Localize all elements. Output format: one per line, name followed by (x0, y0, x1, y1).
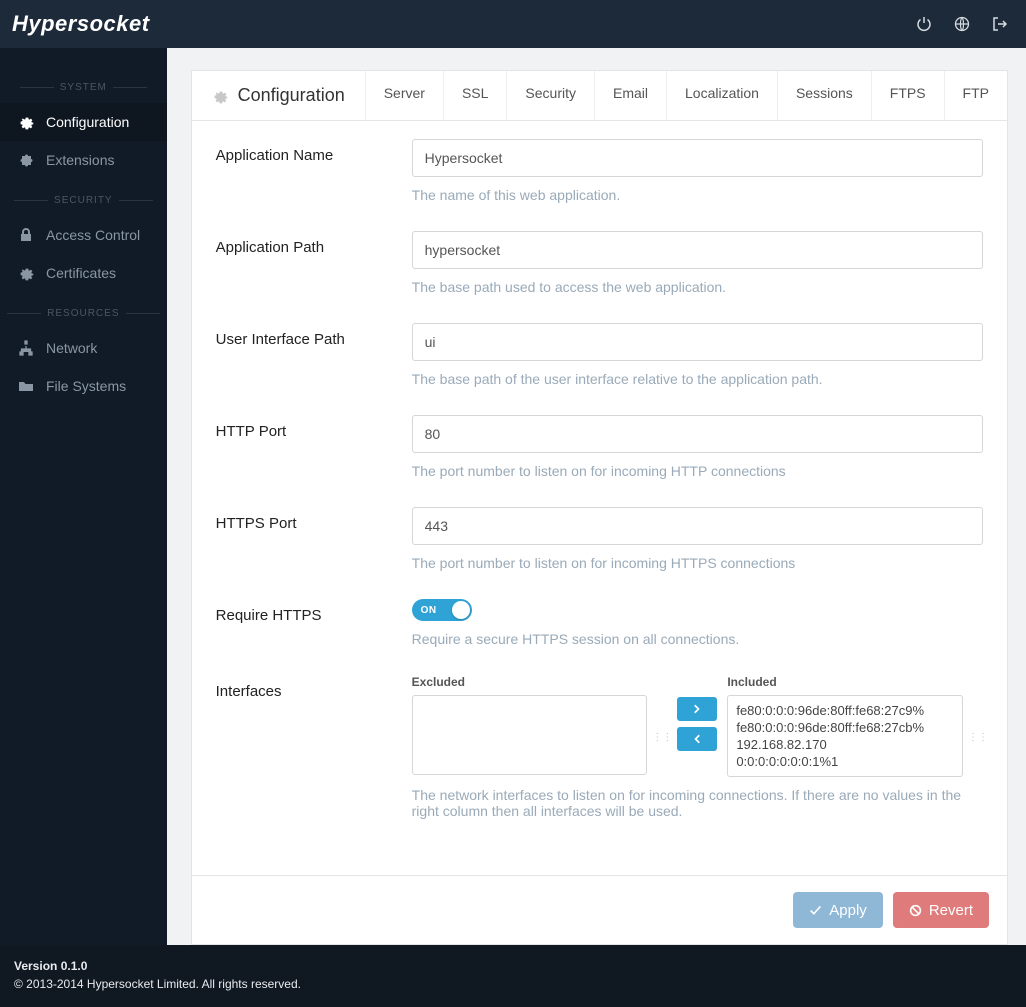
sidebar-item-extensions[interactable]: Extensions (0, 141, 167, 179)
tab-ftp[interactable]: FTP (944, 71, 1007, 120)
gear-icon (18, 114, 34, 130)
tab-email[interactable]: Email (594, 71, 666, 120)
revert-label: Revert (929, 902, 973, 919)
app-name-label: Application Name (216, 139, 412, 164)
gear-icon (18, 265, 34, 281)
app-path-help: The base path used to access the web app… (412, 279, 983, 295)
http-port-help: The port number to listen on for incomin… (412, 463, 983, 479)
sidebar-item-label: Certificates (46, 265, 116, 281)
ban-icon (909, 904, 922, 917)
tab-server[interactable]: Server (365, 71, 443, 120)
tab-localization[interactable]: Localization (666, 71, 777, 120)
sidebar-item-label: Extensions (46, 152, 114, 168)
panel-footer: Apply Revert (192, 875, 1007, 944)
interfaces-label: Interfaces (216, 675, 412, 700)
list-item[interactable]: 192.168.82.170 (736, 736, 954, 753)
sitemap-icon (18, 340, 34, 356)
require-https-help: Require a secure HTTPS session on all co… (412, 631, 983, 647)
page-footer: Version 0.1.0 © 2013-2014 Hypersocket Li… (0, 945, 1026, 1007)
drag-handle-icon[interactable]: ⋮⋮ (973, 675, 983, 777)
list-item[interactable]: fe80:0:0:0:96de:80ff:fe68:27c9% (736, 702, 954, 719)
chevron-left-icon (691, 733, 703, 745)
sidebar-item-configuration[interactable]: Configuration (0, 103, 167, 141)
apply-label: Apply (829, 902, 867, 919)
main-content: Configuration ServerSSLSecurityEmailLoca… (167, 48, 1026, 945)
gear-icon (212, 88, 228, 104)
app-path-input[interactable] (412, 231, 983, 269)
apply-button[interactable]: Apply (793, 892, 883, 928)
sidebar-item-label: Access Control (46, 227, 140, 243)
globe-icon[interactable] (954, 16, 970, 32)
copyright-text: © 2013-2014 Hypersocket Limited. All rig… (14, 975, 1012, 993)
interfaces-help: The network interfaces to listen on for … (412, 787, 983, 819)
version-text: Version 0.1.0 (14, 957, 1012, 975)
require-https-toggle[interactable]: ON (412, 599, 472, 621)
included-label: Included (727, 675, 963, 689)
https-port-label: HTTPS Port (216, 507, 412, 532)
tab-ssl[interactable]: SSL (443, 71, 506, 120)
sidebar-item-certificates[interactable]: Certificates (0, 254, 167, 292)
sidebar-item-access-control[interactable]: Access Control (0, 216, 167, 254)
revert-button[interactable]: Revert (893, 892, 989, 928)
included-list[interactable]: fe80:0:0:0:96de:80ff:fe68:27c9%fe80:0:0:… (727, 695, 963, 777)
ui-path-label: User Interface Path (216, 323, 412, 348)
https-port-input[interactable] (412, 507, 983, 545)
drag-handle-icon[interactable]: ⋮⋮ (657, 675, 667, 777)
tab-sessions[interactable]: Sessions (777, 71, 871, 120)
panel-title-text: Configuration (238, 85, 345, 106)
interfaces-dual-list: Excluded ⋮⋮ Included fe80:0:0:0:96de:80f… (412, 675, 983, 777)
toggle-state-label: ON (421, 605, 437, 616)
app-name-input[interactable] (412, 139, 983, 177)
tab-ftps[interactable]: FTPS (871, 71, 944, 120)
list-item[interactable]: fe80:0:0:0:96de:80ff:fe68:27cb% (736, 719, 954, 736)
sidebar-item-label: Configuration (46, 114, 129, 130)
sidebar: SYSTEM Configuration Extensions SECURITY Acc… (0, 48, 167, 945)
excluded-list[interactable] (412, 695, 648, 775)
panel-title: Configuration (192, 71, 365, 120)
check-icon (809, 904, 822, 917)
sidebar-item-label: File Systems (46, 378, 126, 394)
folder-icon (18, 378, 34, 394)
move-right-button[interactable] (677, 697, 717, 721)
http-port-label: HTTP Port (216, 415, 412, 440)
require-https-label: Require HTTPS (216, 599, 412, 624)
ui-path-input[interactable] (412, 323, 983, 361)
puzzle-icon (18, 152, 34, 168)
tabs: ServerSSLSecurityEmailLocalizationSessio… (365, 71, 1007, 120)
logout-icon[interactable] (992, 16, 1008, 32)
app-name-help: The name of this web application. (412, 187, 983, 203)
chevron-right-icon (691, 703, 703, 715)
config-panel: Configuration ServerSSLSecurityEmailLoca… (191, 70, 1008, 945)
power-icon[interactable] (916, 16, 932, 32)
https-port-help: The port number to listen on for incomin… (412, 555, 983, 571)
list-item[interactable]: 0:0:0:0:0:0:0:1%1 (736, 753, 954, 770)
move-left-button[interactable] (677, 727, 717, 751)
sidebar-heading: SECURITY (0, 195, 167, 206)
excluded-label: Excluded (412, 675, 648, 689)
brand-logo: Hypersocket (12, 11, 150, 37)
sidebar-heading: RESOURCES (0, 308, 167, 319)
toggle-knob (452, 601, 470, 619)
sidebar-item-label: Network (46, 340, 97, 356)
http-port-input[interactable] (412, 415, 983, 453)
lock-icon (18, 227, 34, 243)
app-path-label: Application Path (216, 231, 412, 256)
tab-security[interactable]: Security (506, 71, 594, 120)
ui-path-help: The base path of the user interface rela… (412, 371, 983, 387)
sidebar-item-file-systems[interactable]: File Systems (0, 367, 167, 405)
topbar: Hypersocket (0, 0, 1026, 48)
sidebar-heading: SYSTEM (0, 82, 167, 93)
sidebar-item-network[interactable]: Network (0, 329, 167, 367)
